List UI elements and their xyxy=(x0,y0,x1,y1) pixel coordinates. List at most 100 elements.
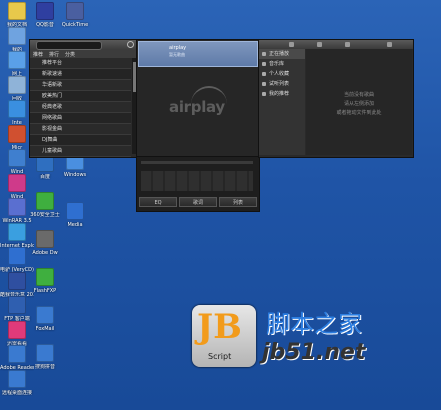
desktop-icon-label: Media xyxy=(67,222,83,228)
tab-rank[interactable]: 排行 xyxy=(46,51,62,58)
music-player-window: 推荐 排行 分类 推荐平台 新歌速递 华语新歌 欧美热门 经典老歌 网络歌曲 影… xyxy=(29,39,414,212)
app-icon xyxy=(8,51,26,69)
empty-message-line: 当前没有歌曲 xyxy=(343,92,374,98)
app-icon xyxy=(36,2,54,20)
list-item[interactable]: 经典老歌 xyxy=(30,102,131,113)
add-icon[interactable] xyxy=(289,42,294,47)
nav-item-label: 正在播放 xyxy=(269,51,290,57)
mode-icon[interactable] xyxy=(317,42,322,47)
desktop-icon[interactable]: 远程桌面连接 xyxy=(0,369,34,396)
watermark: JB Script 脚本之家 jb51.net xyxy=(190,300,430,380)
left-panel-header xyxy=(30,40,138,50)
logo-letters: JB xyxy=(197,307,242,347)
desktop-icon[interactable]: FlashFXP xyxy=(28,268,62,294)
empty-message-line: 请从左侧添加 xyxy=(343,101,374,107)
playlist-button[interactable]: 列表 xyxy=(219,197,257,207)
right-panel: 正在播放 音乐库 个人收藏 试听列表 我的推荐 当前没有歌曲 请从左侧添加 或者… xyxy=(258,39,414,158)
nav-item-label: 音乐库 xyxy=(269,61,285,67)
list-item[interactable]: 儿童歌曲 xyxy=(30,146,131,157)
desktop-icon-label: 远程桌面连接 xyxy=(1,389,32,396)
app-icon xyxy=(8,345,26,363)
app-icon xyxy=(8,198,26,216)
app-icon xyxy=(36,344,54,362)
app-icon xyxy=(8,296,26,314)
list-item[interactable]: 欧美热门 xyxy=(30,91,131,102)
list-item[interactable]: 网络歌曲 xyxy=(30,113,131,124)
nav-item-trial[interactable]: 试听列表 xyxy=(259,79,305,89)
control-buttons-row[interactable] xyxy=(141,171,253,191)
app-icon xyxy=(8,173,26,192)
site-cn-name: 脚本之家 xyxy=(266,310,362,338)
app-icon xyxy=(8,100,26,118)
eq-button[interactable]: EQ xyxy=(139,197,177,207)
desktop-icon-label: FlashFXP xyxy=(33,288,57,294)
now-playing-bar[interactable]: airplay 暂无歌曲 xyxy=(138,41,258,67)
center-panel: airplay 暂无歌曲 airplay xyxy=(136,39,260,158)
nav-item-label: 试听列表 xyxy=(269,81,290,87)
logo-sub: Script xyxy=(208,352,232,361)
app-icon xyxy=(8,271,26,290)
app-icon xyxy=(8,369,26,388)
right-panel-header xyxy=(259,40,413,49)
desktop-icon[interactable]: FoxMail xyxy=(28,306,62,332)
seek-bar[interactable] xyxy=(141,161,253,164)
desktop-icon-label: FoxMail xyxy=(35,326,55,332)
nav-item-library[interactable]: 音乐库 xyxy=(259,59,305,69)
favorites-icon xyxy=(262,72,266,76)
app-icon xyxy=(8,149,26,167)
player-controls: EQ 歌词 列表 xyxy=(136,156,260,212)
site-url: jb51.net xyxy=(262,340,366,365)
app-icon xyxy=(66,2,84,20)
playlist-area: 当前没有歌曲 请从左侧添加 或者拖动文件到此处 xyxy=(306,49,412,155)
desktop-icon[interactable]: QQ影音 xyxy=(28,2,62,28)
app-icon xyxy=(36,230,54,248)
desktop-icon-label: QuickTime xyxy=(61,22,89,28)
app-icon xyxy=(8,75,26,94)
now-playing-subtitle: 暂无歌曲 xyxy=(169,52,185,57)
app-icon xyxy=(8,247,26,265)
list-item[interactable]: DJ舞曲 xyxy=(30,135,131,146)
app-icon xyxy=(36,306,54,324)
nav-item-label: 我的推荐 xyxy=(269,91,290,97)
nav-item-label: 个人收藏 xyxy=(269,71,290,77)
search-icon[interactable] xyxy=(127,41,134,48)
left-panel: 推荐 排行 分类 推荐平台 新歌速递 华语新歌 欧美热门 经典老歌 网络歌曲 影… xyxy=(29,39,139,158)
jb51-logo: JB Script xyxy=(192,305,256,367)
app-icon xyxy=(8,124,26,143)
nav-item-now-playing[interactable]: 正在播放 xyxy=(259,49,305,59)
desktop-icon-label: QQ影音 xyxy=(36,22,54,28)
left-tabs: 推荐 排行 分类 xyxy=(30,50,138,58)
desktop-icon-label: 搜狗拼音 xyxy=(34,364,55,370)
list-item[interactable]: 影视金曲 xyxy=(30,124,131,135)
app-icon xyxy=(8,26,26,45)
app-icon xyxy=(8,222,26,241)
desktop-icon[interactable]: Adobe Dw xyxy=(28,230,62,256)
desktop-icon-label: Adobe Dw xyxy=(32,250,58,256)
bottom-button-row: EQ 歌词 列表 xyxy=(139,197,257,207)
app-icon xyxy=(8,320,26,339)
library-icon xyxy=(262,62,266,66)
empty-message-line: 或者拖动文件到此处 xyxy=(336,110,382,116)
channel-list: 推荐平台 新歌速递 华语新歌 欧美热门 经典老歌 网络歌曲 影视金曲 DJ舞曲 … xyxy=(30,58,131,157)
menu-icon[interactable] xyxy=(387,42,392,47)
trial-icon xyxy=(262,82,266,86)
now-playing-title: airplay xyxy=(169,45,187,51)
desktop-icon[interactable]: 搜狗拼音 xyxy=(28,344,62,370)
app-icon xyxy=(8,2,26,20)
lyrics-button[interactable]: 歌词 xyxy=(179,197,217,207)
nav-item-favorites[interactable]: 个人收藏 xyxy=(259,69,305,79)
app-icon xyxy=(36,268,54,286)
desktop-icon-label: 360安全卫士 xyxy=(30,212,60,218)
playing-icon xyxy=(262,52,266,56)
desktop-icon[interactable]: QuickTime xyxy=(58,2,92,28)
airplay-logo: airplay xyxy=(169,98,225,116)
list-item[interactable]: 推荐平台 xyxy=(30,58,131,69)
delete-icon[interactable] xyxy=(345,42,350,47)
list-item[interactable]: 新歌速递 xyxy=(30,69,131,80)
tab-recommend[interactable]: 推荐 xyxy=(30,51,46,58)
tab-category[interactable]: 分类 xyxy=(62,51,78,58)
search-input[interactable] xyxy=(36,41,102,50)
recommend-icon xyxy=(262,92,266,96)
nav-item-recommend[interactable]: 我的推荐 xyxy=(259,89,305,99)
list-item[interactable]: 华语新歌 xyxy=(30,80,131,91)
